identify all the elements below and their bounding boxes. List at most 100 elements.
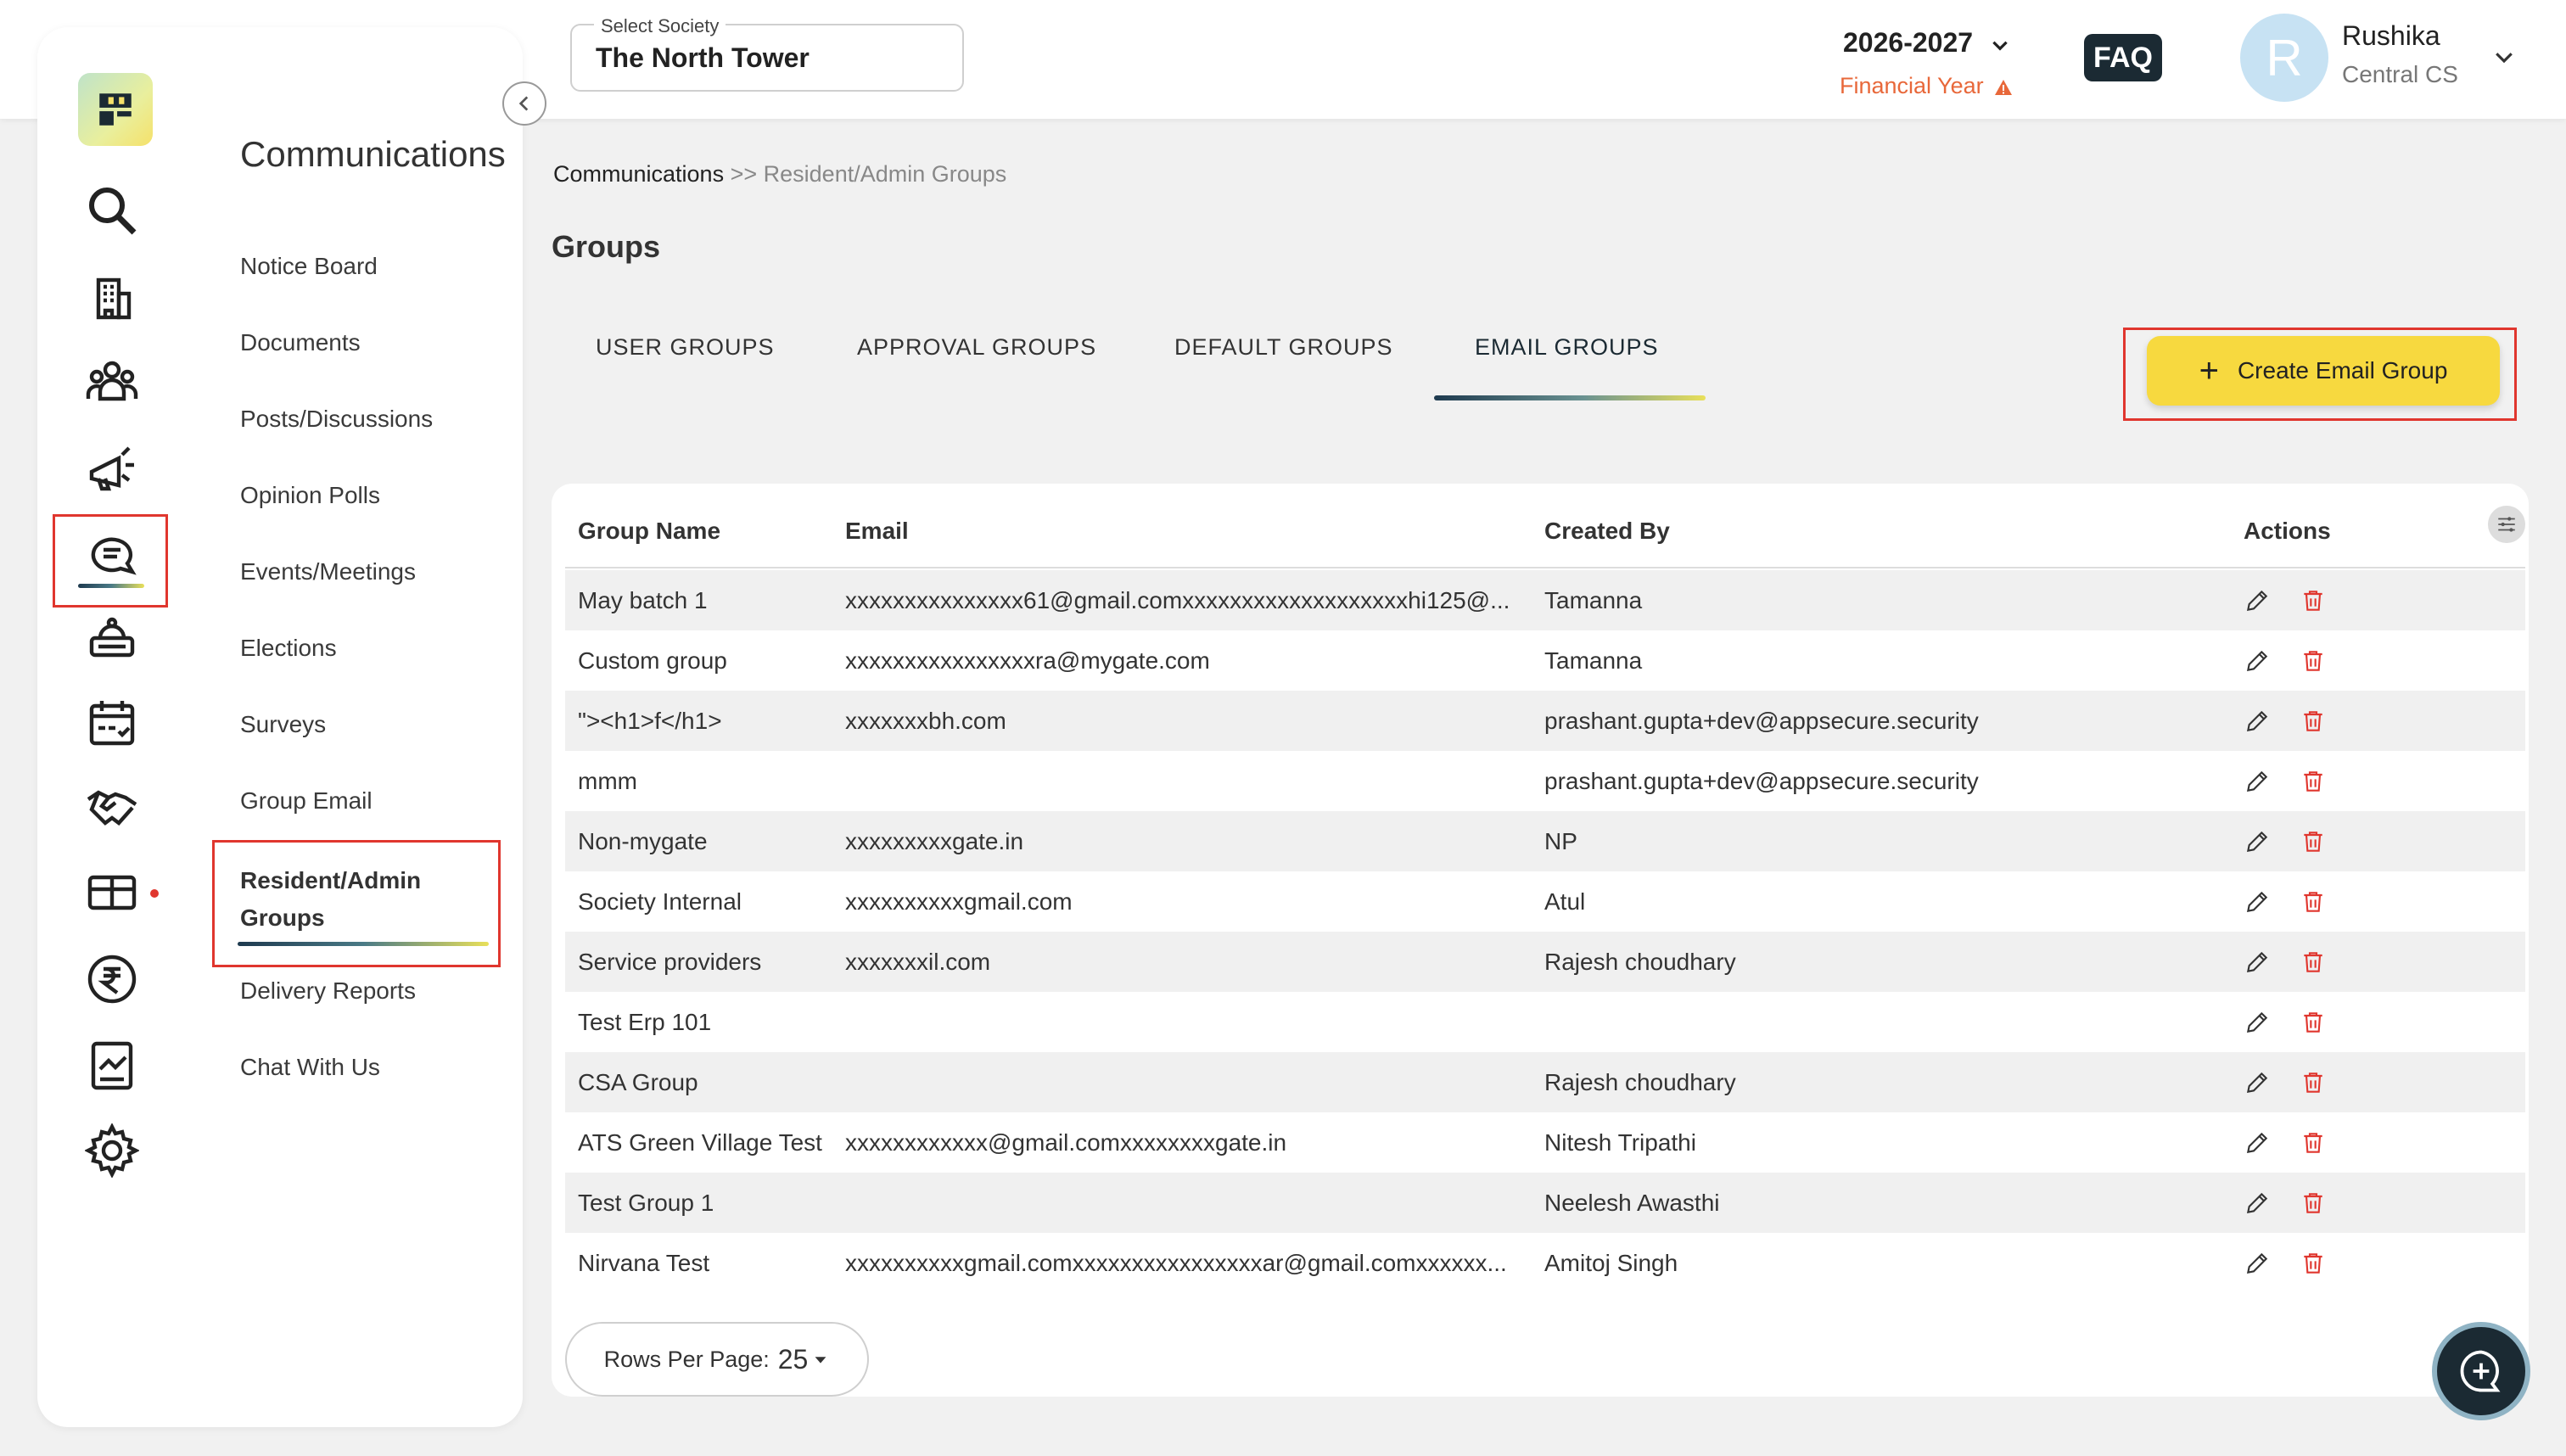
- rail-reports[interactable]: [75, 1028, 149, 1103]
- create-email-group-button[interactable]: + Create Email Group: [2147, 336, 2500, 406]
- submenu-title: Communications: [240, 134, 506, 174]
- table-row[interactable]: May batch 1 xxxxxxxxxxxxxxx61@gmail.comxx…: [565, 570, 2525, 630]
- logo-icon: [99, 93, 132, 126]
- delete-trash-icon[interactable]: [2300, 768, 2327, 795]
- edit-pencil-icon[interactable]: [2244, 1009, 2271, 1036]
- cell-group-name: Test Group 1: [578, 1190, 714, 1216]
- faq-button[interactable]: FAQ: [2084, 34, 2162, 81]
- cell-group-name: CSA Group: [578, 1069, 698, 1095]
- tab-default-groups[interactable]: DEFAULT GROUPS: [1174, 334, 1393, 361]
- create-email-group-label: Create Email Group: [2237, 357, 2448, 384]
- gift-icon: [87, 875, 137, 910]
- cell-email: xxxxxxxxxxgmail.com: [845, 888, 1073, 915]
- column-header-actions: Actions: [2244, 518, 2331, 544]
- delete-trash-icon[interactable]: [2300, 888, 2327, 916]
- rail-handshake[interactable]: [75, 769, 149, 843]
- table-row[interactable]: Custom group xxxxxxxxxxxxxxxxra@mygate.co…: [565, 630, 2525, 691]
- edit-pencil-icon[interactable]: [2244, 1069, 2271, 1096]
- avatar[interactable]: R: [2240, 14, 2328, 102]
- edit-pencil-icon[interactable]: [2244, 1190, 2271, 1217]
- table-row[interactable]: Service providers xxxxxxxil.com Rajesh cho…: [565, 932, 2525, 992]
- rail-settings[interactable]: [75, 1113, 149, 1188]
- submenu-item-resident-admin-groups[interactable]: Resident/Admin Groups: [240, 862, 444, 937]
- financial-year-label: Financial Year: [1840, 73, 2014, 99]
- delete-trash-icon[interactable]: [2300, 1250, 2327, 1277]
- edit-pencil-icon[interactable]: [2244, 828, 2271, 855]
- app-logo[interactable]: [78, 73, 153, 146]
- rail-communications[interactable]: [75, 518, 149, 592]
- submenu-item-group-email[interactable]: Group Email: [240, 787, 373, 815]
- financial-year-selector[interactable]: 2026-2027: [1843, 27, 2011, 59]
- edit-pencil-icon[interactable]: [2244, 949, 2271, 976]
- edit-pencil-icon[interactable]: [2244, 587, 2271, 614]
- cell-group-name: Non-mygate: [578, 828, 708, 854]
- edit-pencil-icon[interactable]: [2244, 768, 2271, 795]
- society-selector-value: The North Tower: [596, 42, 810, 73]
- delete-trash-icon[interactable]: [2300, 1009, 2327, 1036]
- submenu-item-posts-discussions[interactable]: Posts/Discussions: [240, 406, 433, 433]
- submenu-item-elections[interactable]: Elections: [240, 635, 337, 662]
- submenu-item-chat-with-us[interactable]: Chat With Us: [240, 1054, 380, 1081]
- page-title: Groups: [552, 229, 661, 264]
- edit-pencil-icon[interactable]: [2244, 708, 2271, 735]
- tab-email-groups[interactable]: EMAIL GROUPS: [1475, 334, 1659, 361]
- rows-per-page-selector[interactable]: Rows Per Page: 25: [565, 1322, 869, 1397]
- delete-trash-icon[interactable]: [2300, 1129, 2327, 1156]
- submenu-item-delivery-reports[interactable]: Delivery Reports: [240, 977, 416, 1005]
- cell-email: xxxxxxxxxxxx@gmail.comxxxxxxxxgate.in: [845, 1129, 1287, 1156]
- collapse-sidebar-button[interactable]: [502, 81, 546, 126]
- delete-trash-icon[interactable]: [2300, 1069, 2327, 1096]
- rail-calendar[interactable]: [75, 686, 149, 760]
- rail-gift[interactable]: [75, 854, 149, 928]
- table-row[interactable]: ATS Green Village Test xxxxxxxxxxxx@gmail…: [565, 1112, 2525, 1173]
- handshake-icon: [87, 790, 137, 826]
- user-menu-chevron-icon[interactable]: [2491, 44, 2517, 70]
- cell-created-by: Rajesh choudhary: [1544, 1069, 1736, 1095]
- society-selector-label: Select Society: [594, 15, 726, 37]
- table-row[interactable]: Test Erp 101: [565, 992, 2525, 1052]
- report-icon: [91, 1041, 133, 1090]
- edit-pencil-icon[interactable]: [2244, 647, 2271, 675]
- delete-trash-icon[interactable]: [2300, 647, 2327, 675]
- submenu-item-surveys[interactable]: Surveys: [240, 711, 326, 738]
- edit-pencil-icon[interactable]: [2244, 1250, 2271, 1277]
- submenu-item-documents[interactable]: Documents: [240, 329, 361, 356]
- table-row[interactable]: Test Group 1 Neelesh Awasthi: [565, 1173, 2525, 1233]
- rail-megaphone[interactable]: [75, 431, 149, 506]
- delete-trash-icon[interactable]: [2300, 949, 2327, 976]
- rail-search[interactable]: [75, 173, 149, 248]
- delete-trash-icon[interactable]: [2300, 1190, 2327, 1217]
- rail-helpdesk[interactable]: [75, 601, 149, 675]
- breadcrumb-root[interactable]: Communications: [553, 161, 724, 187]
- rail-people[interactable]: [75, 344, 149, 419]
- submenu-item-opinion-polls[interactable]: Opinion Polls: [240, 482, 380, 509]
- megaphone-icon: [89, 446, 134, 491]
- table-row[interactable]: "><h1>f</h1> xxxxxxxbh.com prashant.gupta+…: [565, 691, 2525, 751]
- tab-user-groups[interactable]: USER GROUPS: [596, 334, 775, 361]
- delete-trash-icon[interactable]: [2300, 708, 2327, 735]
- cell-created-by: Nitesh Tripathi: [1544, 1129, 1696, 1156]
- table-row[interactable]: Non-mygate xxxxxxxxxgate.in NP: [565, 811, 2525, 871]
- table-row[interactable]: Society Internal xxxxxxxxxxgmail.com Atul: [565, 871, 2525, 932]
- cell-email: xxxxxxxxxgate.in: [845, 828, 1024, 854]
- edit-pencil-icon[interactable]: [2244, 888, 2271, 916]
- cell-created-by: prashant.gupta+dev@appsecure.security: [1544, 768, 1979, 794]
- table-row[interactable]: CSA Group Rajesh choudhary: [565, 1052, 2525, 1112]
- cell-created-by: Atul: [1544, 888, 1586, 915]
- submenu-item-events-meetings[interactable]: Events/Meetings: [240, 558, 416, 585]
- cell-email: xxxxxxxxxxxxxxxxra@mygate.com: [845, 647, 1210, 674]
- edit-pencil-icon[interactable]: [2244, 1129, 2271, 1156]
- cell-created-by: NP: [1544, 828, 1577, 854]
- delete-trash-icon[interactable]: [2300, 828, 2327, 855]
- table-row[interactable]: Nirvana Test xxxxxxxxxxgmail.comxxxxxxxxx…: [565, 1233, 2525, 1293]
- tab-approval-groups[interactable]: APPROVAL GROUPS: [857, 334, 1096, 361]
- table-row[interactable]: mmm prashant.gupta+dev@appsecure.security: [565, 751, 2525, 811]
- submenu-item-notice-board[interactable]: Notice Board: [240, 253, 378, 280]
- cell-group-name: "><h1>f</h1>: [578, 708, 722, 734]
- society-selector[interactable]: Select Society The North Tower: [570, 15, 964, 92]
- chat-support-button[interactable]: [2432, 1322, 2530, 1420]
- rail-payments[interactable]: [75, 942, 149, 1016]
- column-settings-button[interactable]: [2488, 506, 2525, 543]
- delete-trash-icon[interactable]: [2300, 587, 2327, 614]
- rail-building[interactable]: [75, 260, 149, 334]
